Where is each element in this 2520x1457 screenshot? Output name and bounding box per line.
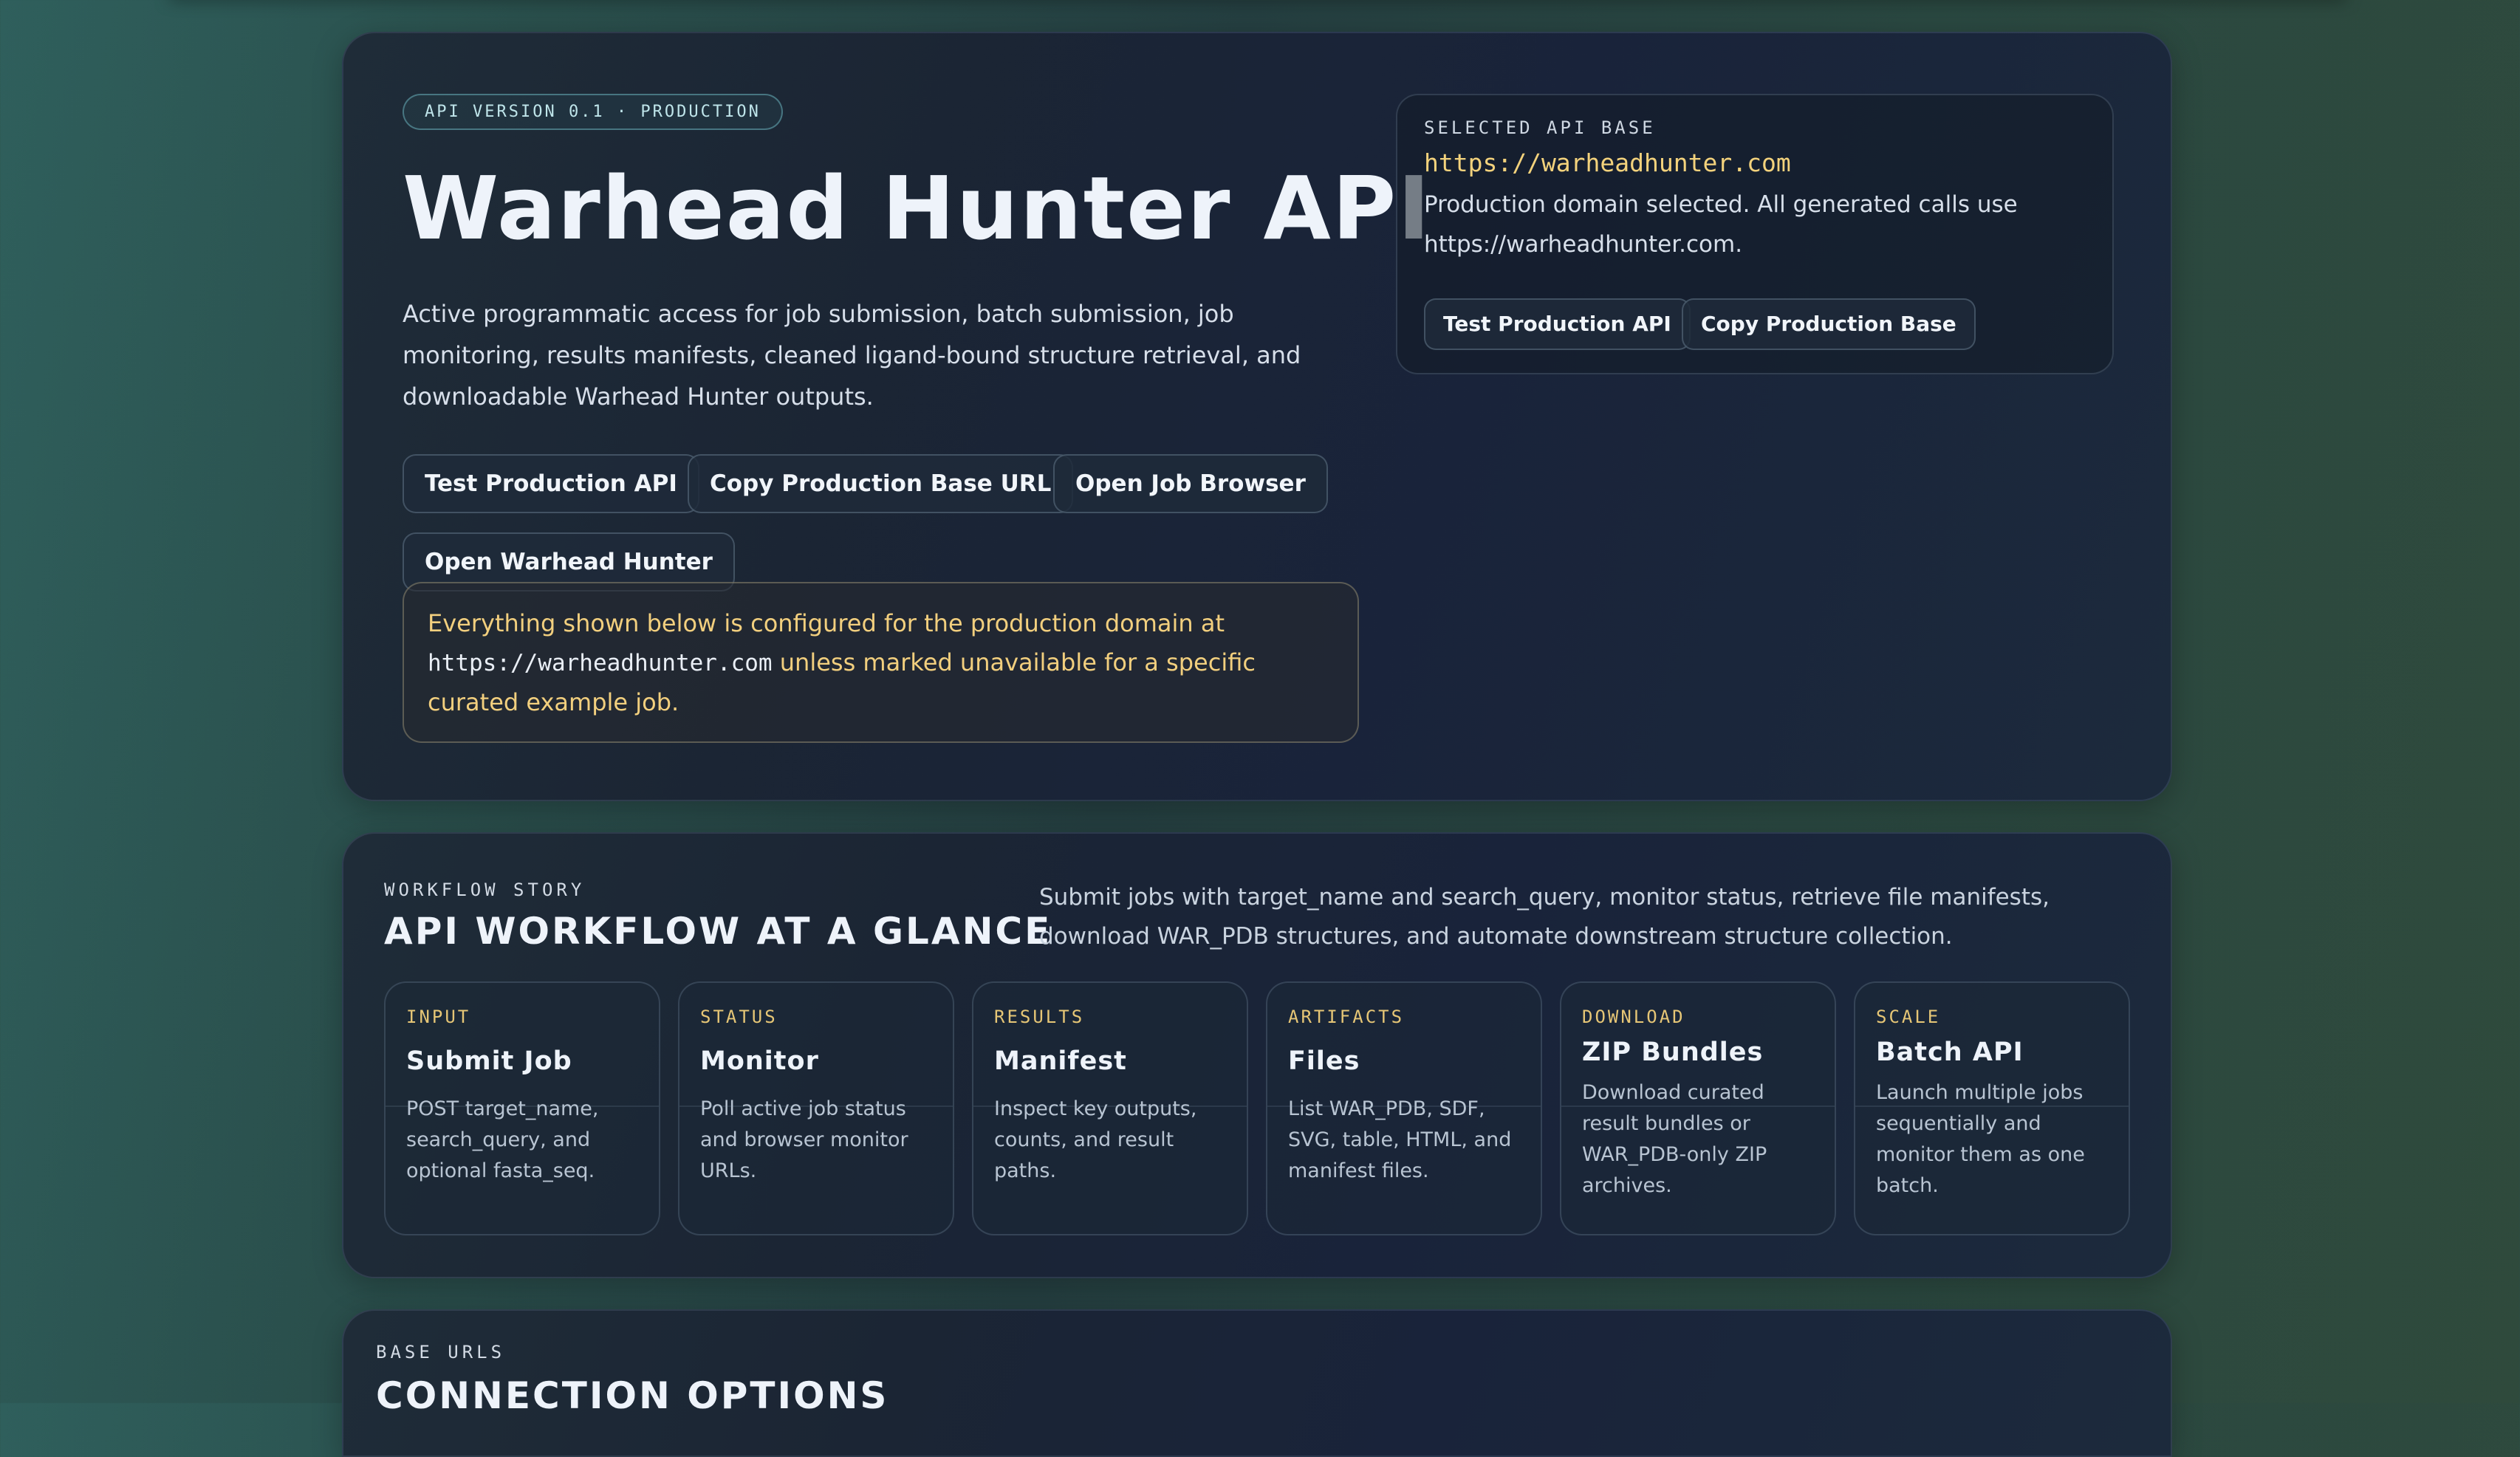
workflow-step-files: ARTIFACTS Files List WAR_PDB, SDF, SVG, … <box>1266 981 1542 1235</box>
workflow-description: Submit jobs with target_name and search_… <box>1039 884 2050 950</box>
step-divider <box>386 1105 659 1107</box>
test-production-api-button[interactable]: Test Production API <box>403 454 699 513</box>
base-urls-eyebrow: BASE URLS <box>376 1342 506 1362</box>
workflow-step-monitor: STATUS Monitor Poll active job status an… <box>678 981 954 1235</box>
workflow-step-manifest: RESULTS Manifest Inspect key outputs, co… <box>972 981 1248 1235</box>
step-kicker: ARTIFACTS <box>1288 1007 1405 1027</box>
step-divider <box>1267 1105 1541 1107</box>
step-kicker: INPUT <box>406 1007 471 1027</box>
workflow-step-submit-job: INPUT Submit Job POST target_name, searc… <box>384 981 660 1235</box>
hero-description: Active programmatic access for job submi… <box>403 300 1301 411</box>
notice-url: https://warheadhunter.com <box>428 650 773 676</box>
step-title: Submit Job <box>406 1046 572 1076</box>
workflow-step-batch-api: SCALE Batch API Launch multiple jobs seq… <box>1854 981 2130 1235</box>
base-urls-card: BASE URLS CONNECTION OPTIONS <box>342 1309 2172 1457</box>
step-description: POST target_name, search_query, and opti… <box>406 1097 599 1182</box>
hero-card: API VERSION 0.1 · PRODUCTION Warhead Hun… <box>342 32 2172 801</box>
open-job-browser-button[interactable]: Open Job Browser <box>1053 454 1328 513</box>
step-divider <box>1855 1105 2129 1107</box>
selected-api-base-url: https://warheadhunter.com <box>1424 148 1791 177</box>
step-divider <box>973 1105 1247 1107</box>
notice-text-before: Everything shown below is configured for… <box>428 609 1225 637</box>
workflow-step-zip-bundles: DOWNLOAD ZIP Bundles Download curated re… <box>1560 981 1836 1235</box>
step-divider <box>1561 1105 1835 1107</box>
step-kicker: STATUS <box>700 1007 778 1027</box>
copy-production-base-url-button[interactable]: Copy Production Base URL <box>688 454 1074 513</box>
step-kicker: SCALE <box>1876 1007 1941 1027</box>
step-kicker: RESULTS <box>994 1007 1085 1027</box>
workflow-title: API WORKFLOW AT A GLANCE <box>384 910 1052 953</box>
step-description: Poll active job status and browser monit… <box>700 1097 908 1182</box>
step-description: List WAR_PDB, SDF, SVG, table, HTML, and… <box>1288 1097 1512 1182</box>
step-title: ZIP Bundles <box>1582 1038 1764 1067</box>
workflow-card: WORKFLOW STORY API WORKFLOW AT A GLANCE … <box>342 832 2172 1278</box>
selected-api-base-label: SELECTED API BASE <box>1424 117 1656 138</box>
step-kicker: DOWNLOAD <box>1582 1007 1685 1027</box>
workflow-eyebrow: WORKFLOW STORY <box>384 880 586 900</box>
step-divider <box>679 1105 953 1107</box>
step-title: Monitor <box>700 1046 819 1076</box>
connection-options-title: CONNECTION OPTIONS <box>376 1374 889 1417</box>
step-description: Download curated result bundles or WAR_P… <box>1582 1081 1767 1197</box>
step-title: Batch API <box>1876 1038 2024 1067</box>
step-description: Launch multiple jobs sequentially and mo… <box>1876 1081 2085 1197</box>
step-description: Inspect key outputs, counts, and result … <box>994 1097 1197 1182</box>
copy-production-base-button[interactable]: Copy Production Base <box>1682 298 1976 350</box>
page-title: Warhead Hunter API <box>403 157 1432 259</box>
api-version-badge: API VERSION 0.1 · PRODUCTION <box>403 94 783 130</box>
panel-test-production-api-button[interactable]: Test Production API <box>1424 298 1691 350</box>
production-notice: Everything shown below is configured for… <box>403 582 1359 743</box>
step-title: Files <box>1288 1046 1360 1076</box>
selected-api-base-panel: SELECTED API BASE https://warheadhunter.… <box>1396 94 2114 374</box>
selected-api-base-text: Production domain selected. All generate… <box>1424 191 2018 258</box>
step-title: Manifest <box>994 1046 1127 1076</box>
